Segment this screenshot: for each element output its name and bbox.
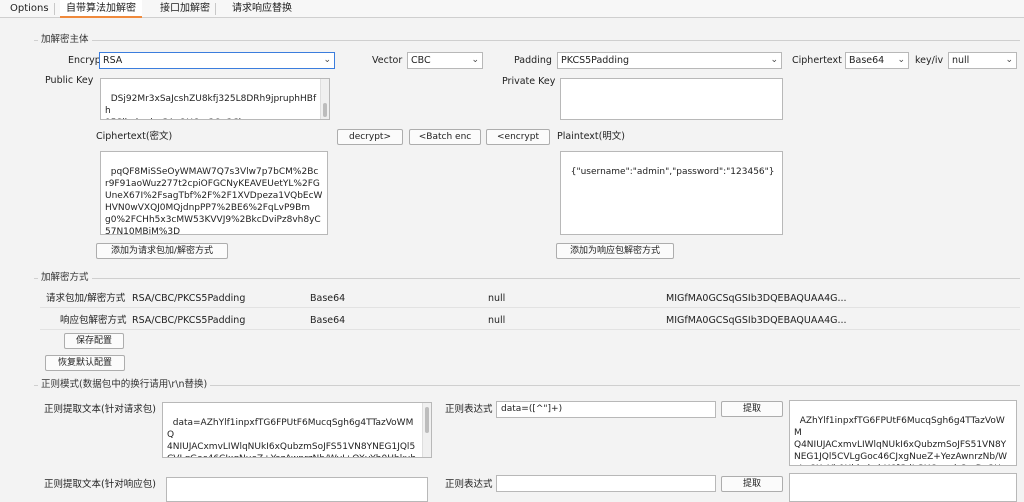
method-row-label: 响应包解密方式 xyxy=(60,315,127,326)
req-extract-result[interactable]: AZhYlf1inpxfTG6FPUtF6MucqSgh6g4TTazVoWM … xyxy=(789,400,1017,466)
main-group-title: 加解密主体 xyxy=(38,34,92,46)
public-key-scrollbar[interactable] xyxy=(320,79,329,119)
ciphertext-format-select[interactable]: Base64 ⌄ xyxy=(845,52,909,69)
req-extract-button[interactable]: 提取 xyxy=(721,401,783,417)
chevron-down-icon: ⌄ xyxy=(770,55,778,65)
method-row-key: MIGfMA0GCSqGSIb3DQEBAQUAA4G... xyxy=(666,293,847,304)
req-regex-text-label: 正则提取文本(针对请求包) xyxy=(44,404,156,415)
private-key-textarea[interactable] xyxy=(560,78,783,120)
req-regex-text-area[interactable]: data=AZhYlf1inpxfTG6FPUtF6MucqSgh6g4TTaz… xyxy=(162,402,432,458)
batch-enc-button[interactable]: <Batch enc xyxy=(409,129,481,145)
plaintext-text: {"username":"admin","password":"123456"} xyxy=(570,167,775,177)
resp-extract-button[interactable]: 提取 xyxy=(721,476,783,492)
req-regex-text: data=AZhYlf1inpxfTG6FPUtF6MucqSgh6g4TTaz… xyxy=(167,418,416,457)
table-row[interactable]: 请求包加/解密方式 RSA/CBC/PKCS5Padding Base64 nu… xyxy=(40,290,1020,308)
chevron-down-icon: ⌄ xyxy=(471,55,479,65)
keyiv-value: null xyxy=(952,55,970,66)
tab-request-response-replace[interactable]: 请求响应替换 xyxy=(226,0,298,18)
encrypt-button[interactable]: <encrypt xyxy=(486,129,550,145)
method-group-border xyxy=(34,278,1020,279)
ciphertext-format-label: Ciphertext xyxy=(792,55,842,66)
table-row[interactable]: 响应包解密方式 RSA/CBC/PKCS5Padding Base64 null… xyxy=(40,312,1020,330)
padding-select[interactable]: PKCS5Padding ⌄ xyxy=(557,52,782,69)
tab-options[interactable]: Options xyxy=(4,0,55,18)
method-row-label: 请求包加/解密方式 xyxy=(46,293,126,304)
chevron-down-icon: ⌄ xyxy=(323,55,331,65)
method-row-keyiv: null xyxy=(488,315,506,326)
add-response-method-button[interactable]: 添加为响应包解密方式 xyxy=(556,243,674,259)
req-regex-input[interactable]: data=([^"]+) xyxy=(496,401,716,418)
tab-interface-crypto[interactable]: 接口加解密 xyxy=(154,0,216,18)
decrypt-button[interactable]: decrypt> xyxy=(337,129,403,145)
resp-regex-text-area[interactable] xyxy=(166,477,428,502)
method-row-keyiv: null xyxy=(488,293,506,304)
vector-value: CBC xyxy=(411,55,431,66)
padding-value: PKCS5Padding xyxy=(561,55,630,66)
plaintext-textarea[interactable]: {"username":"admin","password":"123456"} xyxy=(560,151,783,235)
resp-regex-input[interactable] xyxy=(496,475,716,492)
restore-default-config-button[interactable]: 恢复默认配置 xyxy=(45,355,125,371)
method-row-cipher: Base64 xyxy=(310,293,346,304)
method-group-title: 加解密方式 xyxy=(38,272,92,284)
plaintext-area-label: Plaintext(明文) xyxy=(557,131,626,142)
req-extract-result-text: AZhYlf1inpxfTG6FPUtF6MucqSgh6g4TTazVoWM … xyxy=(794,416,1008,465)
encrypt-value: RSA xyxy=(103,55,123,66)
ciphertext-format-value: Base64 xyxy=(849,55,885,66)
main-group-border xyxy=(34,40,1020,41)
tab-builtin-crypto[interactable]: 自带算法加解密 xyxy=(60,0,142,18)
chevron-down-icon: ⌄ xyxy=(897,55,905,65)
private-key-label: Private Key xyxy=(502,76,556,87)
method-row-algo: RSA/CBC/PKCS5Padding xyxy=(132,315,246,326)
vector-select[interactable]: CBC ⌄ xyxy=(407,52,483,69)
padding-label: Padding xyxy=(514,55,552,66)
add-request-method-button[interactable]: 添加为请求包加/解密方式 xyxy=(96,243,228,259)
ciphertext-text: pqQF8MiSSeOyWMAW7Q7s3Vlw7p7bCM%2Bc r9F91… xyxy=(105,167,323,235)
ciphertext-textarea[interactable]: pqQF8MiSSeOyWMAW7Q7s3Vlw7p7bCM%2Bc r9F91… xyxy=(100,151,328,235)
method-row-key: MIGfMA0GCSqGSIb3DQEBAQUAA4G... xyxy=(666,315,847,326)
req-regex-scrollbar[interactable] xyxy=(422,403,431,457)
req-regex-label: 正则表达式 xyxy=(445,404,493,415)
public-key-text: DSj92Mr3xSaJcshZU8kfj325L8DRh9jpruphHBfh… xyxy=(105,94,317,119)
public-key-label: Public Key xyxy=(45,75,94,86)
keyiv-select[interactable]: null ⌄ xyxy=(948,52,1017,69)
resp-regex-label: 正则表达式 xyxy=(445,479,493,490)
method-row-algo: RSA/CBC/PKCS5Padding xyxy=(132,293,246,304)
tab-bar: Options 自带算法加解密 接口加解密 请求响应替换 xyxy=(0,0,1024,18)
resp-regex-text-label: 正则提取文本(针对响应包) xyxy=(44,479,156,490)
resp-extract-result[interactable] xyxy=(789,473,1017,502)
method-row-cipher: Base64 xyxy=(310,315,346,326)
regex-group-title: 正则模式(数据包中的换行请用\r\n替换) xyxy=(38,379,211,391)
keyiv-label: key/iv xyxy=(915,55,944,66)
encrypt-select[interactable]: RSA ⌄ xyxy=(99,52,335,69)
public-key-textarea[interactable]: DSj92Mr3xSaJcshZU8kfj325L8DRh9jpruphHBfh… xyxy=(100,78,330,120)
vector-label: Vector xyxy=(372,55,403,66)
chevron-down-icon: ⌄ xyxy=(1005,55,1013,65)
save-config-button[interactable]: 保存配置 xyxy=(64,333,124,349)
ciphertext-area-label: Ciphertext(密文) xyxy=(96,131,173,142)
